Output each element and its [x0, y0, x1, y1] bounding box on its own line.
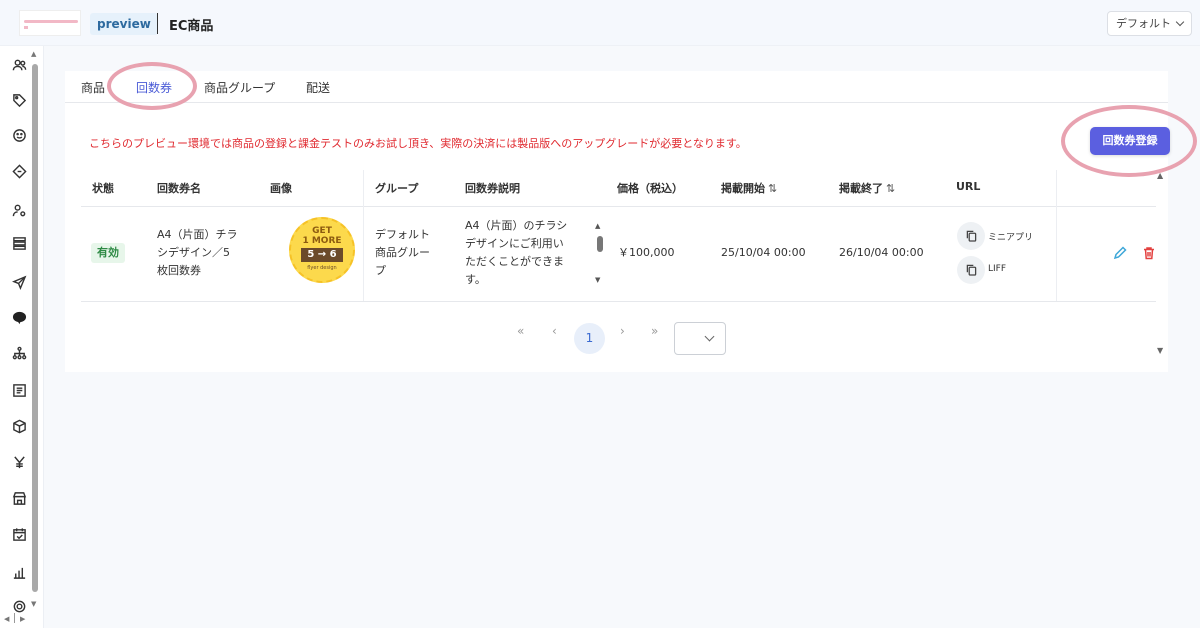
register-ticket-button[interactable]: 回数券登録 — [1090, 127, 1170, 155]
description-scrollbar[interactable] — [597, 236, 603, 252]
tab-products[interactable]: 商品 — [81, 79, 105, 96]
ticket-description: A4（片面）のチラシ デザインにご利用い ただくことができま す。 — [465, 219, 568, 286]
last-page-button[interactable]: » — [651, 324, 658, 338]
column-header-group: グループ — [375, 182, 419, 195]
ticket-price: ￥100,000 — [618, 246, 675, 259]
column-header-price: 価格（税込） — [617, 182, 683, 195]
org-chart-icon[interactable] — [8, 342, 30, 364]
table-scroll-up[interactable]: ▲ — [1157, 171, 1163, 180]
main-card: 商品 回数券 商品グループ 配送 こちらのプレビュー環境では商品の登録と課金テス… — [65, 62, 1197, 372]
top-header: preview EC商品 デフォルト — [0, 0, 1200, 46]
ticket-group: デフォルト 商品グルー プ — [375, 228, 430, 277]
bar-chart-icon[interactable] — [8, 561, 30, 583]
column-header-end[interactable]: 掲載終了 ⇅ — [839, 180, 895, 196]
next-page-button[interactable]: › — [620, 324, 625, 338]
tag-icon[interactable] — [8, 89, 30, 111]
first-page-button[interactable]: « — [517, 324, 524, 338]
tab-tickets[interactable]: 回数券 — [136, 79, 172, 96]
chevron-down-icon — [704, 331, 715, 342]
tab-shipping[interactable]: 配送 — [306, 79, 330, 96]
column-header-start[interactable]: 掲載開始 ⇅ — [721, 180, 777, 196]
tab-bar: 商品 回数券 商品グループ 配送 — [65, 71, 1168, 103]
sort-icon[interactable]: ⇅ — [768, 182, 777, 195]
url-liff-label[interactable]: LIFF — [988, 264, 1006, 274]
tab-product-groups[interactable]: 商品グループ — [204, 79, 275, 96]
coupon-icon[interactable] — [8, 160, 30, 182]
calendar-check-icon[interactable] — [8, 523, 30, 545]
rows-per-page-select[interactable] — [674, 322, 726, 355]
table-row-divider — [81, 301, 1156, 302]
sidebar-scrollbar[interactable] — [32, 64, 38, 592]
sidebar-horizontal-scroll[interactable]: ◀ ▶ — [0, 612, 44, 628]
sidebar-scroll-up[interactable]: ▲ — [31, 50, 36, 58]
column-header-url: URL — [956, 180, 981, 193]
brand-logo[interactable] — [19, 10, 81, 36]
trash-icon[interactable] — [1142, 246, 1156, 260]
pencil-icon[interactable] — [1113, 246, 1127, 260]
smile-icon[interactable] — [8, 124, 30, 146]
copy-icon[interactable] — [957, 222, 985, 250]
ticket-name: A4（片面）チラ シデザイン／5 枚回数券 — [157, 228, 238, 277]
header-divider — [157, 13, 158, 34]
yen-icon[interactable] — [8, 451, 30, 473]
list-icon[interactable] — [8, 232, 30, 254]
user-settings-icon[interactable] — [8, 199, 30, 221]
store-icon[interactable] — [8, 487, 30, 509]
ticket-end-date: 26/10/04 00:00 — [839, 246, 924, 259]
ticket-start-date: 25/10/04 00:00 — [721, 246, 806, 259]
document-icon[interactable] — [8, 379, 30, 401]
sidebar: ▲ ▼ ◀ ▶ — [0, 46, 44, 628]
status-badge: 有効 — [91, 243, 125, 263]
preview-notice: こちらのプレビュー環境では商品の登録と課金テストのみお試し頂き、実際の決済には製… — [89, 137, 747, 150]
box-icon[interactable] — [8, 415, 30, 437]
column-separator — [1056, 170, 1057, 301]
column-header-name: 回数券名 — [157, 182, 201, 195]
sidebar-scroll-down[interactable]: ▼ — [31, 600, 36, 608]
copy-icon[interactable] — [957, 256, 985, 284]
description-scroll-up[interactable]: ▲ — [595, 222, 600, 230]
send-icon[interactable] — [8, 271, 30, 293]
preview-badge: preview — [90, 13, 158, 35]
column-separator — [363, 170, 364, 301]
description-scroll-down[interactable]: ▼ — [595, 276, 600, 284]
table-scroll-down[interactable]: ▼ — [1157, 346, 1163, 355]
page-number-current[interactable]: 1 — [574, 323, 605, 354]
chevron-down-icon — [1175, 17, 1185, 27]
sort-icon[interactable]: ⇅ — [886, 182, 895, 195]
line-icon[interactable] — [8, 306, 30, 328]
ticket-image: GET 1 MORE 5 → 6 flyer design — [289, 217, 355, 283]
url-miniapp-label[interactable]: ミニアプリ — [988, 230, 1033, 243]
page-title: EC商品 — [169, 19, 214, 34]
profile-select[interactable]: デフォルト — [1107, 11, 1192, 36]
profile-select-value: デフォルト — [1116, 17, 1171, 30]
column-header-description: 回数券説明 — [465, 182, 520, 195]
table-header-divider — [81, 206, 1156, 207]
users-icon[interactable] — [8, 54, 30, 76]
column-header-status: 状態 — [92, 182, 114, 195]
column-header-image: 画像 — [270, 182, 292, 195]
prev-page-button[interactable]: ‹ — [552, 324, 557, 338]
